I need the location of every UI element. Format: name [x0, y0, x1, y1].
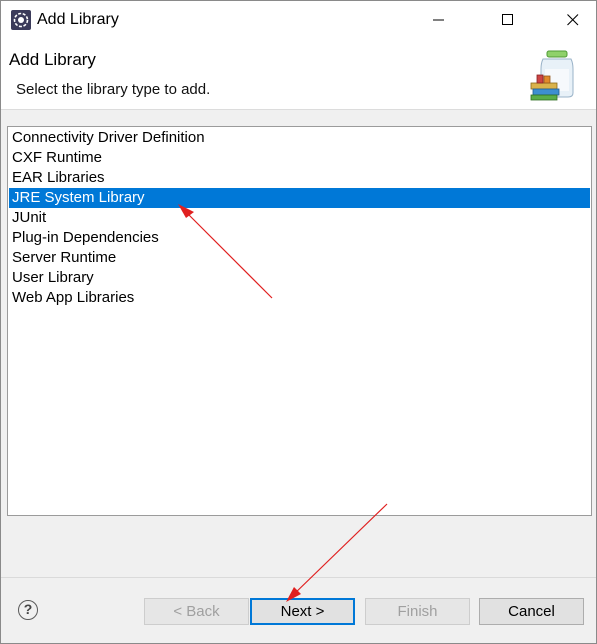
- maximize-button[interactable]: [485, 1, 531, 39]
- library-type-item[interactable]: JRE System Library: [9, 188, 590, 208]
- cancel-button[interactable]: Cancel: [479, 598, 584, 625]
- next-button[interactable]: Next >: [250, 598, 355, 625]
- library-jar-icon: [528, 49, 578, 101]
- back-button[interactable]: < Back: [144, 598, 249, 625]
- minimize-button[interactable]: [416, 1, 462, 39]
- maximize-icon: [502, 14, 513, 25]
- library-type-item[interactable]: Plug-in Dependencies: [9, 228, 590, 248]
- library-type-item[interactable]: Web App Libraries: [9, 288, 590, 308]
- library-type-item[interactable]: EAR Libraries: [9, 168, 590, 188]
- library-type-list[interactable]: Connectivity Driver Definition CXF Runtim…: [7, 126, 592, 516]
- add-library-dialog: Add Library Add Library Select the libra…: [0, 0, 597, 644]
- page-description: Select the library type to add.: [16, 81, 211, 98]
- footer-divider: [1, 577, 596, 578]
- page-title: Add Library: [9, 50, 96, 69]
- library-type-item[interactable]: JUnit: [9, 208, 590, 228]
- close-button[interactable]: [550, 1, 596, 39]
- finish-button[interactable]: Finish: [365, 598, 470, 625]
- close-icon: [567, 14, 579, 26]
- window-title: Add Library: [37, 11, 119, 28]
- minimize-icon: [433, 19, 444, 21]
- library-type-item[interactable]: CXF Runtime: [9, 148, 590, 168]
- library-type-item[interactable]: Connectivity Driver Definition: [9, 128, 590, 148]
- library-type-item[interactable]: Server Runtime: [9, 248, 590, 268]
- library-type-item[interactable]: User Library: [9, 268, 590, 288]
- wizard-header: Add Library Select the library type to a…: [1, 39, 596, 110]
- help-button[interactable]: ?: [18, 600, 38, 620]
- eclipse-app-icon: [11, 10, 31, 30]
- title-bar: Add Library: [1, 1, 596, 39]
